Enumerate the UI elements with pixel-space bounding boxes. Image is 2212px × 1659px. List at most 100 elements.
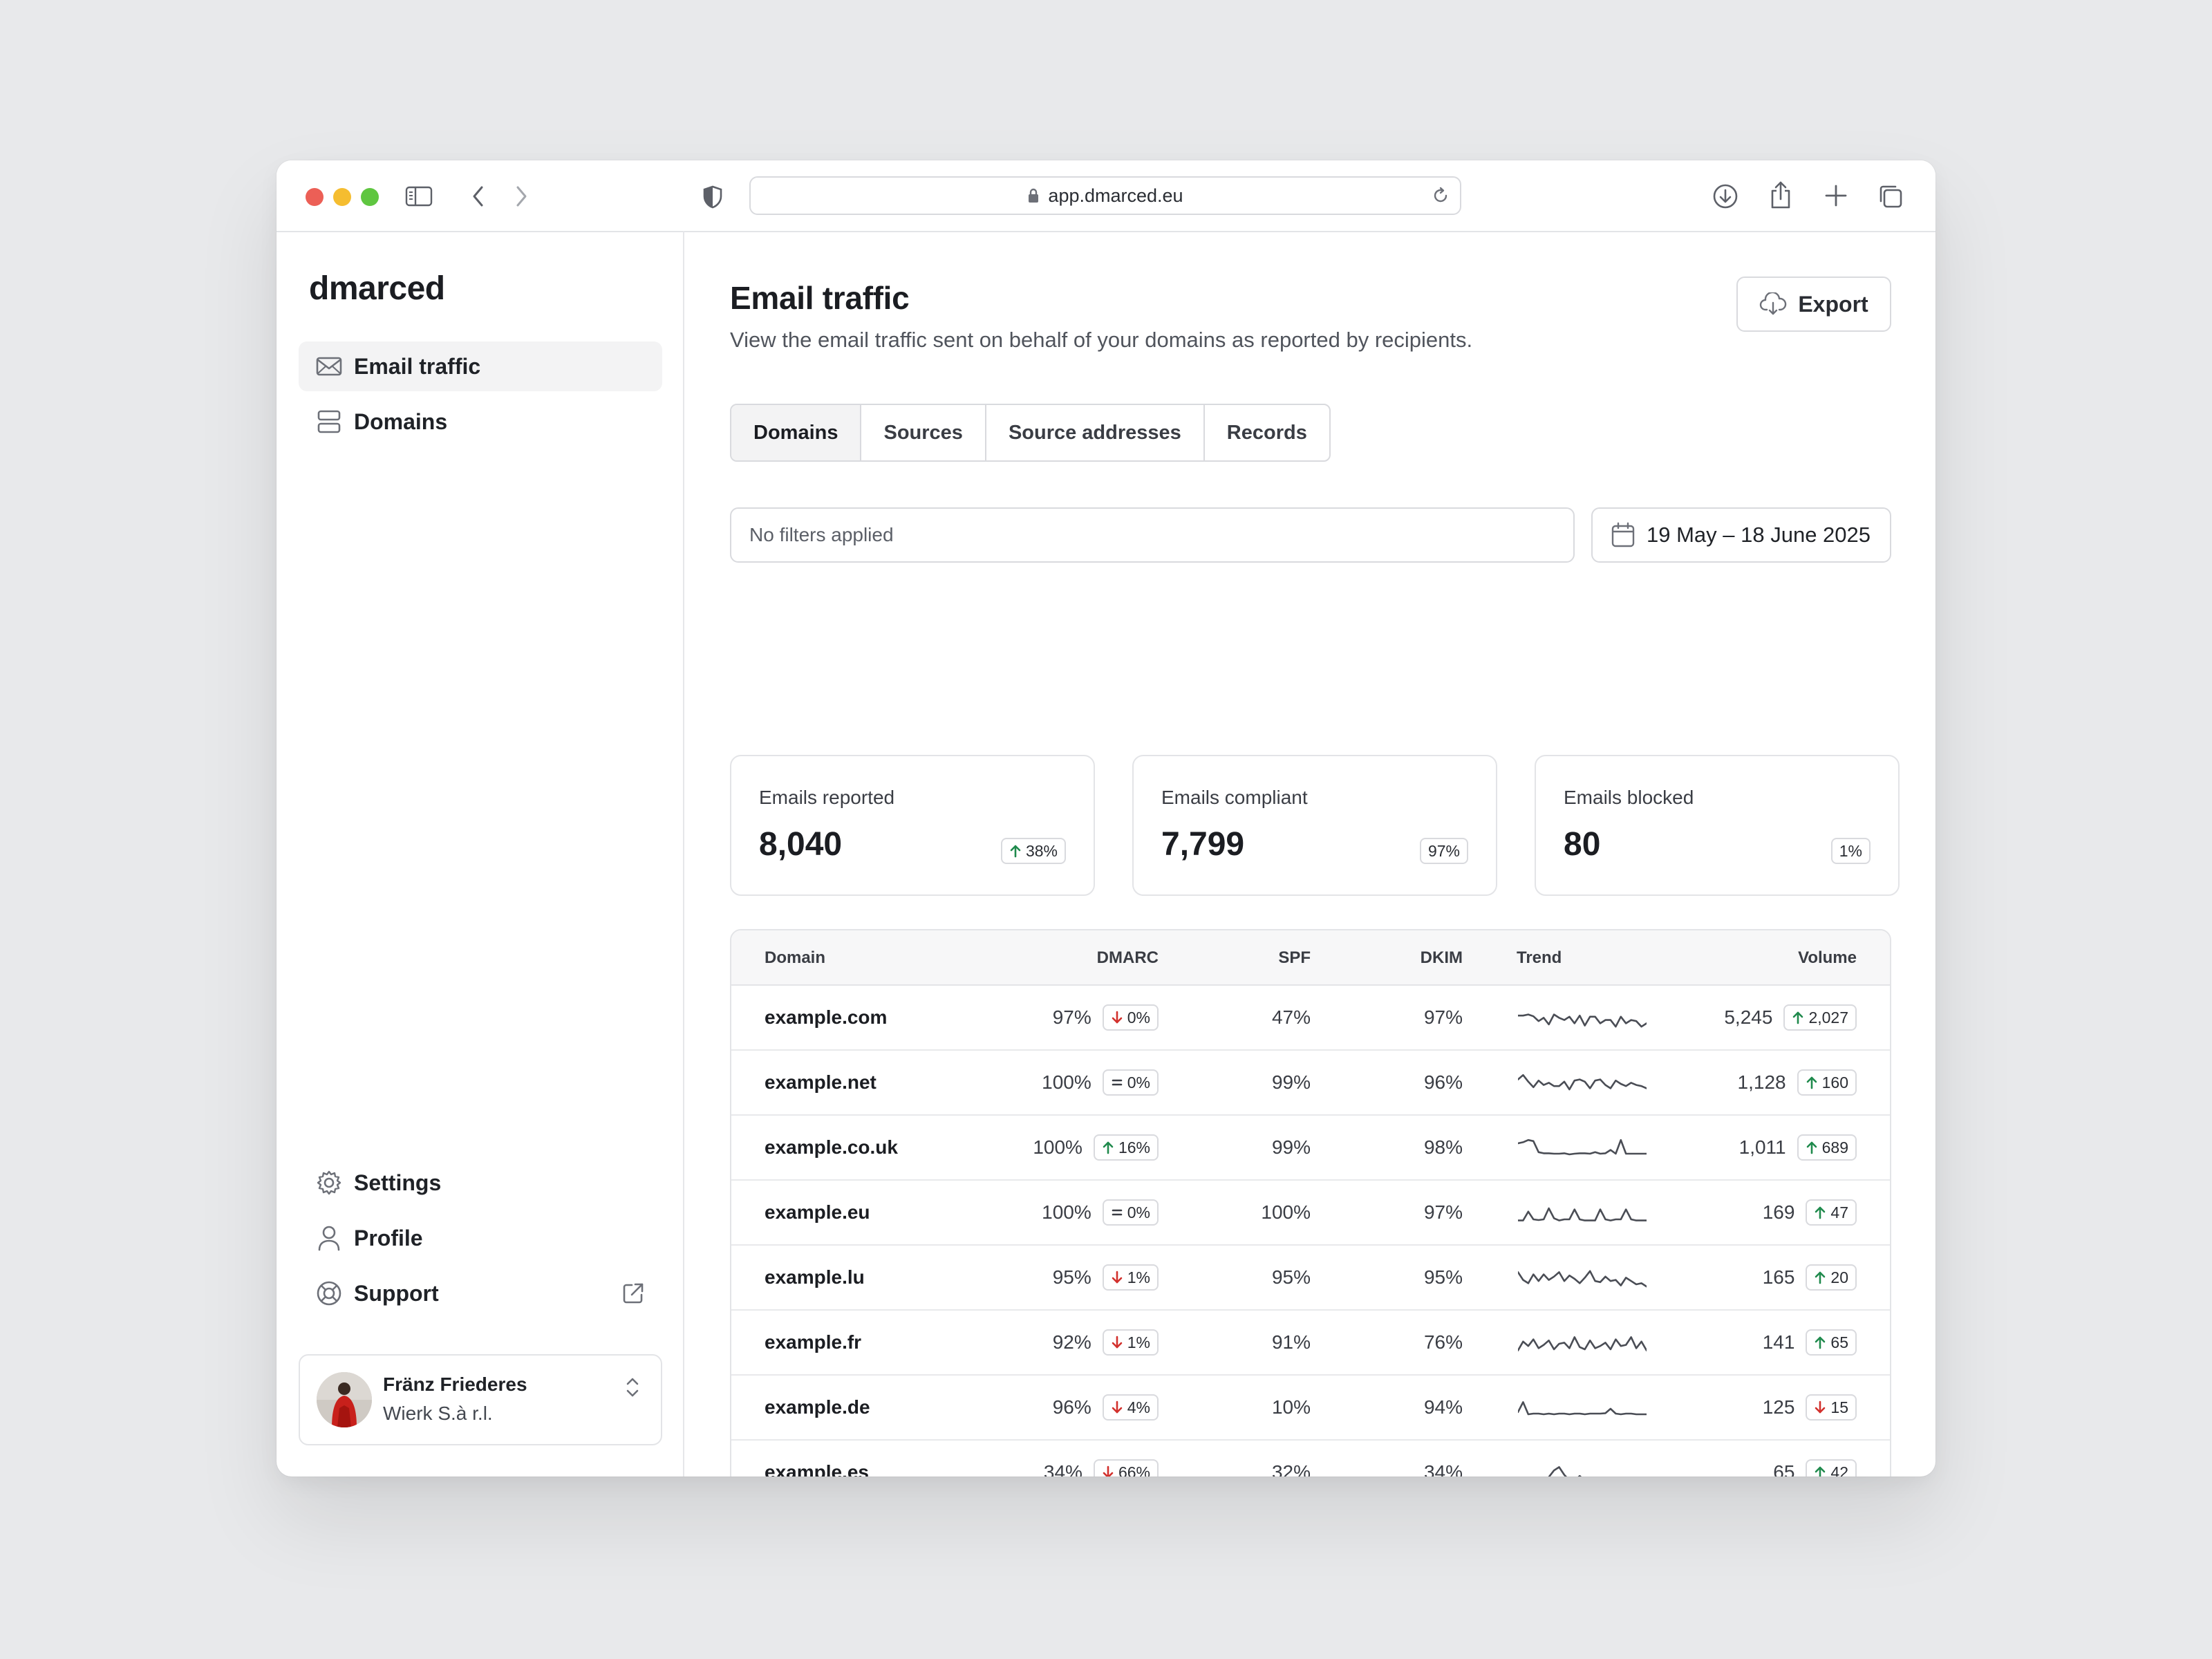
dmarc-rate: 95% <box>1052 1266 1091 1288</box>
arrow-down-icon <box>1111 1271 1127 1284</box>
new-tab-icon[interactable] <box>1824 183 1848 208</box>
maximize-window-button[interactable] <box>361 188 379 206</box>
volume-change-badge: 20 <box>1806 1264 1857 1291</box>
domain-name[interactable]: example.de <box>765 1376 870 1439</box>
volume-value: 1,011 <box>1738 1136 1786 1158</box>
trend-sparkline <box>1518 1401 1647 1416</box>
dmarc-rate: 100% <box>1042 1071 1091 1093</box>
badge-value: 66% <box>1118 1463 1150 1477</box>
dkim-rate: 76% <box>1423 1331 1463 1353</box>
user-organization: Wierk S.à r.l. <box>383 1403 493 1424</box>
domain-name[interactable]: example.co.uk <box>765 1116 898 1179</box>
column-header-dmarc[interactable]: DMARC <box>1097 948 1159 968</box>
trend-sparkline <box>1518 1074 1647 1091</box>
volume-value: 165 <box>1762 1266 1795 1288</box>
table-row[interactable]: example.co.uk 100% 16% 99% 98% 1,011 689 <box>731 1116 1890 1181</box>
table-row[interactable]: example.fr 92% 1% 91% 76% 141 65 <box>731 1311 1890 1376</box>
volume-value: 65 <box>1773 1461 1795 1477</box>
column-header-volume[interactable]: Volume <box>1798 948 1857 968</box>
arrow-down-icon <box>1111 1400 1127 1414</box>
page-subtitle: View the email traffic sent on behalf of… <box>730 328 1473 352</box>
stat-change-badge: 1% <box>1830 838 1871 864</box>
stat-label: Emails reported <box>759 787 895 808</box>
chevron-up-down-icon <box>624 1375 641 1403</box>
url-text: app.dmarced.eu <box>1048 185 1183 206</box>
dmarc-cell: 95% 1% <box>1053 1246 1159 1309</box>
table-row[interactable]: example.eu 100% 0% 100% 97% 169 47 <box>731 1181 1890 1246</box>
table-row[interactable]: example.lu 95% 1% 95% 95% 165 20 <box>731 1246 1890 1311</box>
forward-icon[interactable] <box>513 184 529 209</box>
volume-cell: 1,011 689 <box>1739 1116 1857 1179</box>
main-content: Email traffic View the email traffic sen… <box>684 231 1936 1477</box>
sidebar-item-support[interactable]: Support <box>299 1268 662 1318</box>
column-header-spf[interactable]: SPF <box>1278 948 1311 968</box>
tab-records[interactable]: Records <box>1205 405 1329 460</box>
badge-value: 0% <box>1127 1008 1150 1027</box>
arrow-down-icon <box>1102 1465 1118 1477</box>
trend-sparkline <box>1518 1138 1647 1156</box>
sidebar-item-settings[interactable]: Settings <box>299 1158 662 1208</box>
gear-icon <box>315 1169 343 1197</box>
table-row[interactable]: example.com 97% 0% 47% 97% 5,245 2,027 <box>731 986 1890 1051</box>
stat-label: Emails compliant <box>1161 787 1308 808</box>
tab-sources[interactable]: Sources <box>861 405 986 460</box>
dmarc-change-badge: 1% <box>1102 1264 1159 1291</box>
app-logo[interactable]: dmarced <box>309 270 445 308</box>
sidebar-item-profile[interactable]: Profile <box>299 1213 662 1263</box>
table-header: Domain DMARC SPF DKIM Trend Volume <box>731 930 1890 986</box>
minimize-window-button[interactable] <box>333 188 351 206</box>
lock-icon <box>1027 188 1040 203</box>
sidebar-item-domains[interactable]: Domains <box>299 397 662 447</box>
badge-value: 1% <box>1127 1333 1150 1351</box>
trend-line <box>1548 1466 1582 1477</box>
back-icon[interactable] <box>470 184 487 209</box>
table-row[interactable]: example.net 100% 0% 99% 96% 1,128 160 <box>731 1051 1890 1116</box>
table-row[interactable]: example.de 96% 4% 10% 94% 125 15 <box>731 1376 1890 1441</box>
dmarc-change-badge: 66% <box>1093 1459 1159 1477</box>
dmarc-rate: 97% <box>1052 1006 1091 1028</box>
badge-value: 42 <box>1830 1463 1848 1477</box>
reload-icon[interactable] <box>1431 186 1450 210</box>
view-tabs: Domains Sources Source addresses Records <box>730 404 1331 462</box>
badge-value: 0% <box>1127 1203 1150 1221</box>
domain-name[interactable]: example.com <box>765 986 887 1049</box>
user-name: Fränz Friederes <box>383 1374 527 1395</box>
filter-input[interactable]: No filters applied <box>730 507 1575 563</box>
trend-line <box>1518 1336 1647 1351</box>
volume-cell: 141 65 <box>1763 1311 1857 1374</box>
volume-value: 141 <box>1762 1331 1795 1353</box>
column-header-dkim[interactable]: DKIM <box>1421 948 1463 968</box>
volume-cell: 169 47 <box>1763 1181 1857 1244</box>
date-range-picker[interactable]: 19 May – 18 June 2025 <box>1591 507 1891 563</box>
domain-name[interactable]: example.eu <box>765 1181 870 1244</box>
sidebar-toggle-icon[interactable] <box>405 185 433 207</box>
stat-change-badge: 97% <box>1419 838 1468 864</box>
domain-name[interactable]: example.net <box>765 1051 877 1114</box>
domains-table: Domain DMARC SPF DKIM Trend Volume examp… <box>730 929 1891 1477</box>
sidebar-item-email-traffic[interactable]: Email traffic <box>299 341 662 391</box>
account-switcher[interactable]: Fränz Friederes Wierk S.à r.l. <box>299 1354 662 1445</box>
tabs-overview-icon[interactable] <box>1877 183 1904 209</box>
column-header-domain[interactable]: Domain <box>765 948 825 968</box>
spf-rate: 10% <box>1271 1396 1311 1418</box>
tab-domains[interactable]: Domains <box>731 405 862 460</box>
domain-name[interactable]: example.fr <box>765 1311 861 1374</box>
domain-name[interactable]: example.es <box>765 1441 869 1477</box>
server-icon <box>315 408 343 435</box>
dmarc-rate: 34% <box>1043 1461 1082 1477</box>
export-button[interactable]: Export <box>1736 276 1891 332</box>
domain-name[interactable]: example.lu <box>765 1246 865 1309</box>
volume-change-badge: 65 <box>1806 1329 1857 1356</box>
arrow-up-icon <box>1814 1465 1830 1477</box>
share-icon[interactable] <box>1768 180 1793 210</box>
dmarc-cell: 100% 0% <box>1042 1051 1159 1114</box>
privacy-shield-icon[interactable] <box>702 185 723 209</box>
close-window-button[interactable] <box>306 188 324 206</box>
volume-cell: 125 15 <box>1763 1376 1857 1439</box>
table-row[interactable]: example.es 34% 66% 32% 34% 65 42 <box>731 1441 1890 1477</box>
download-icon[interactable] <box>1712 182 1739 210</box>
address-bar[interactable]: app.dmarced.eu <box>749 176 1461 215</box>
volume-cell: 5,245 2,027 <box>1724 986 1857 1049</box>
tab-source-addresses[interactable]: Source addresses <box>986 405 1205 460</box>
dmarc-change-badge: 0% <box>1102 1069 1159 1096</box>
